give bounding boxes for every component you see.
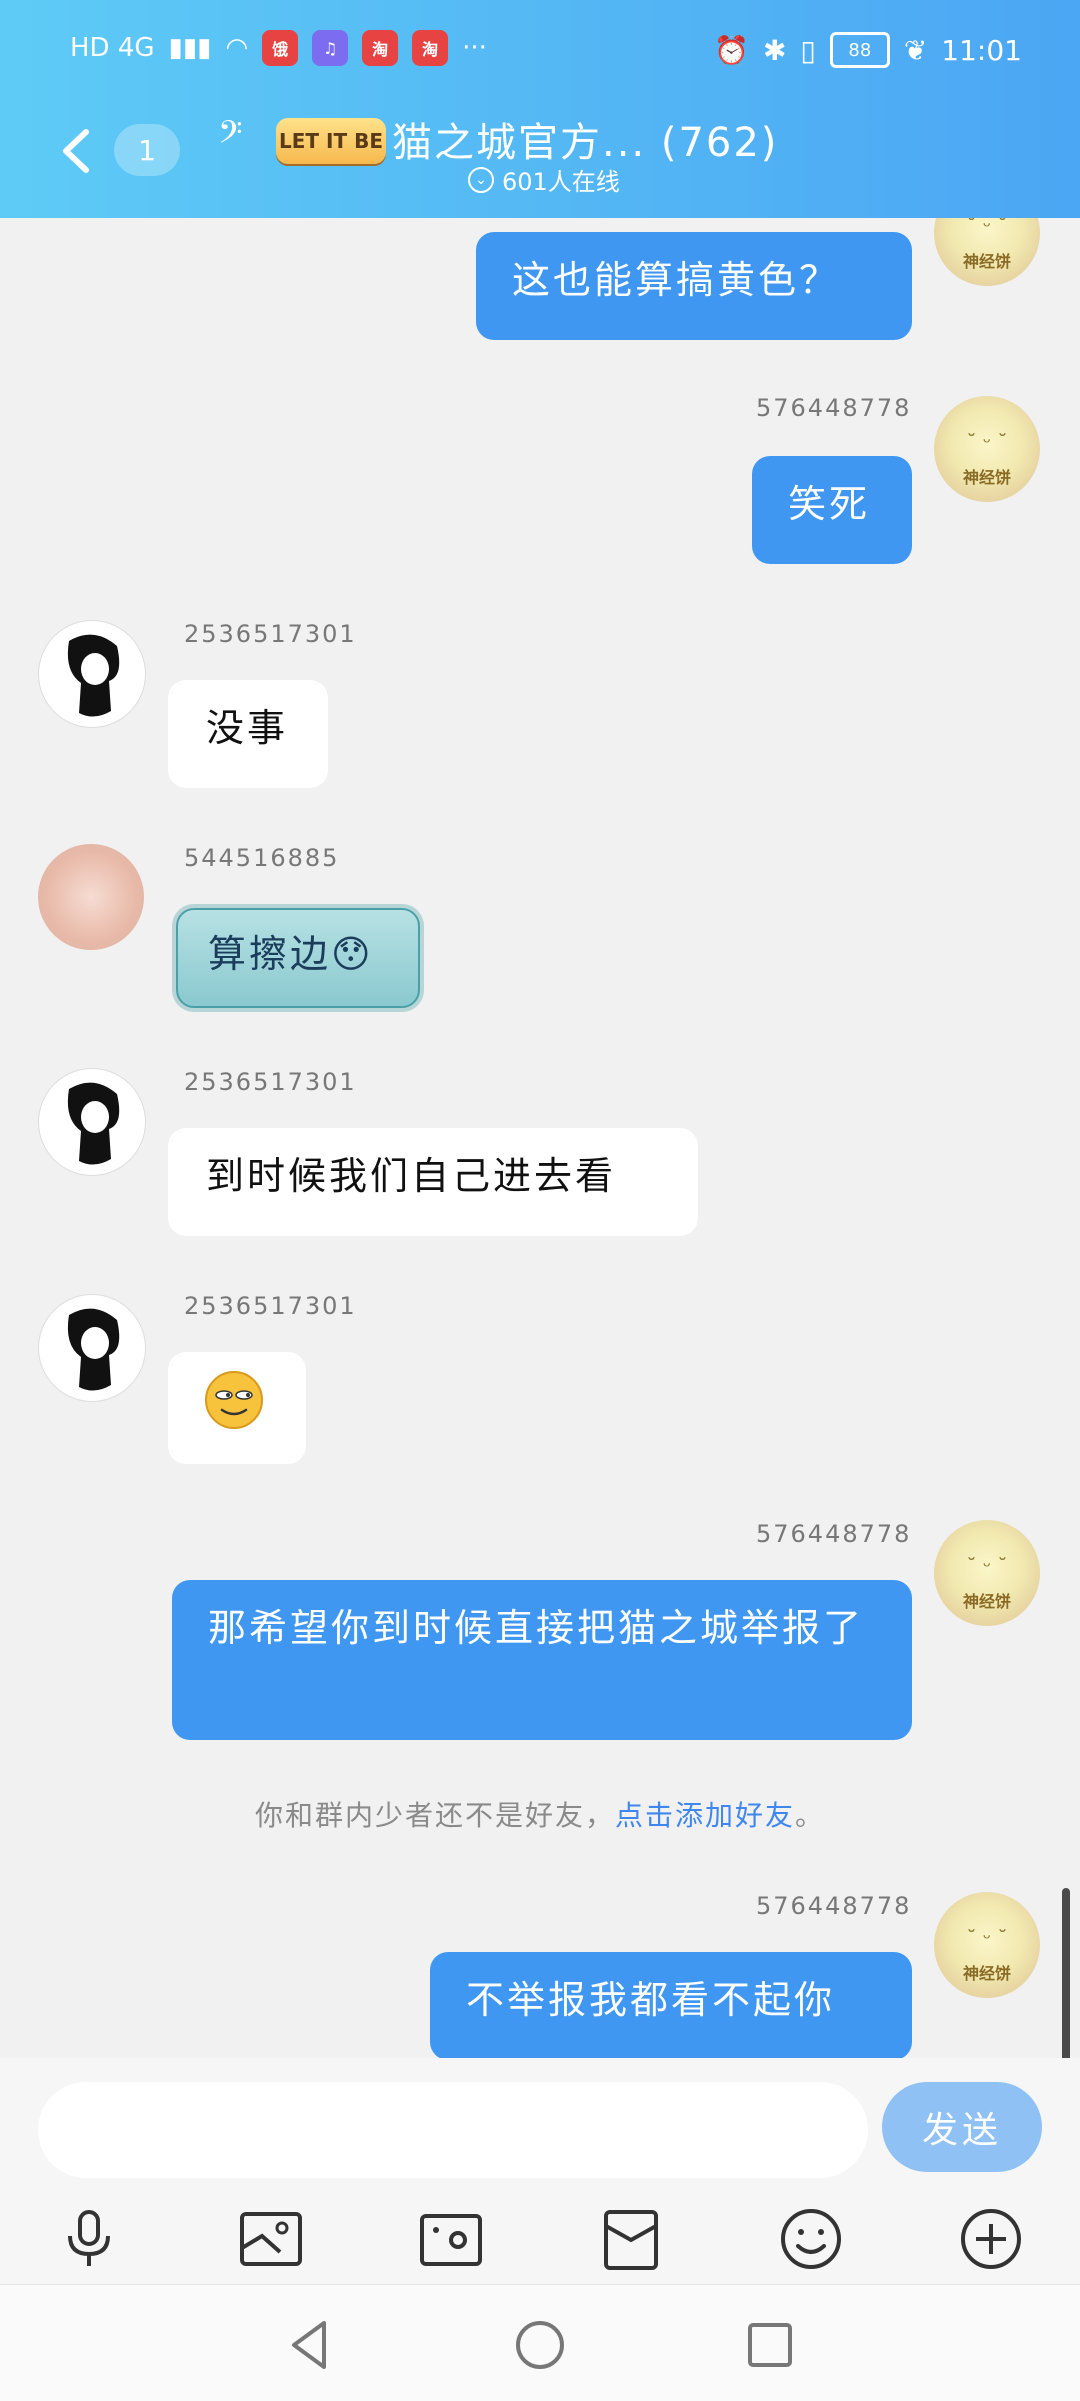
message-bubble[interactable]: 没事	[168, 680, 328, 788]
system-navigation-bar	[0, 2284, 1080, 2401]
avatar-illustration	[67, 1082, 120, 1165]
sender-id: 576448778	[756, 1892, 912, 1920]
back-triangle-icon[interactable]	[280, 2315, 340, 2375]
camera-icon[interactable]	[416, 2204, 486, 2274]
clock-time: 11:01	[941, 33, 1022, 67]
message-bubble-emoji[interactable]	[168, 1352, 306, 1464]
sender-id: 576448778	[756, 1520, 912, 1548]
message-bubble[interactable]: 到时候我们自己进去看	[168, 1128, 698, 1236]
earpiece-mode-icon[interactable]: 𝄢	[218, 114, 242, 159]
group-title[interactable]: 猫之城官方... (762)	[392, 110, 778, 168]
toolbar	[0, 2204, 1080, 2284]
chat-header: HD 4G ▮▮▮ ◠ 饿 ♫ 淘 淘 ··· ⏰ ✱ ▯ 88 ❦ 11:01…	[0, 0, 1080, 218]
avatar[interactable]: ˘ ᵕ ˘ 神经饼	[934, 218, 1040, 286]
sender-id: 2536517301	[184, 1292, 357, 1320]
sender-id: 576448778	[756, 394, 912, 422]
avatar-illustration	[67, 634, 120, 717]
microphone-icon[interactable]	[54, 2204, 124, 2274]
smirk-emoji-icon	[205, 1371, 263, 1429]
image-icon[interactable]	[236, 2204, 306, 2274]
group-logo: LET IT BE	[276, 118, 386, 164]
avatar[interactable]: ˘ ᵕ ˘ 神经饼	[934, 1892, 1040, 1998]
leaf-icon: ❦	[903, 33, 928, 67]
app-badge-music: ♫	[312, 30, 349, 66]
system-notice-end: 。	[795, 1799, 826, 1832]
message-input[interactable]	[38, 2082, 868, 2178]
emoji-icon[interactable]	[776, 2204, 846, 2274]
avatar[interactable]	[38, 620, 146, 728]
avatar[interactable]	[38, 1294, 146, 1402]
message-bubble[interactable]: 不举报我都看不起你	[430, 1952, 912, 2058]
system-notice: 你和群内少者还不是好友，点击添加好友。	[0, 1794, 1080, 1834]
online-count[interactable]: ⌄ 601人在线	[468, 162, 620, 197]
more-notifications: ···	[462, 33, 487, 63]
plus-icon[interactable]	[956, 2204, 1026, 2274]
message-bubble[interactable]: 这也能算搞黄色？	[476, 232, 912, 340]
wifi-icon: ◠	[225, 33, 249, 63]
system-notice-text: 你和群内少者还不是好友，	[254, 1799, 615, 1832]
avatar[interactable]: ˘ ᵕ ˘ 神经饼	[934, 396, 1040, 502]
nav-bar: 1 𝄢 LET IT BE 猫之城官方... (762) ⌄ 601人在线	[0, 100, 1080, 210]
unread-count-badge[interactable]: 1	[114, 124, 180, 176]
red-packet-icon[interactable]	[596, 2204, 666, 2274]
sender-id: 2536517301	[184, 620, 357, 648]
network-indicator: HD 4G	[70, 33, 155, 63]
online-count-label: 601人在线	[502, 168, 620, 196]
avatar-illustration	[67, 1308, 120, 1391]
avatar[interactable]: ˘ ᵕ ˘ 神经饼	[934, 1520, 1040, 1626]
app-badge-taobao: 淘	[362, 30, 399, 66]
battery-indicator: 88	[829, 32, 890, 68]
message-bubble-decorated[interactable]: 算擦边😯	[176, 908, 420, 1008]
avatar[interactable]	[38, 844, 144, 950]
emoji-icon: 😯	[331, 932, 374, 976]
sender-id: 2536517301	[184, 1068, 357, 1096]
scrollbar[interactable]	[1062, 1888, 1070, 2058]
vibrate-icon: ▯	[800, 33, 816, 67]
app-badge-eleme: 饿	[262, 30, 299, 66]
message-bubble[interactable]: 笑死	[752, 456, 912, 564]
add-friend-link[interactable]: 点击添加好友	[615, 1799, 795, 1832]
avatar[interactable]	[38, 1068, 146, 1176]
signal-icon: ▮▮▮	[168, 33, 212, 63]
chevron-down-icon: ⌄	[468, 166, 494, 193]
send-button[interactable]: 发送	[882, 2082, 1042, 2172]
sender-id: 544516885	[184, 844, 340, 872]
message-bubble[interactable]: 那希望你到时候直接把猫之城举报了	[172, 1580, 912, 1740]
input-bar: 发送	[0, 2058, 1080, 2284]
back-arrow-icon[interactable]	[56, 126, 96, 176]
alarm-icon: ⏰	[714, 33, 749, 67]
message-list[interactable]: ˘ ᵕ ˘ 神经饼 这也能算搞黄色？ 576448778 ˘ ᵕ ˘ 神经饼 笑…	[0, 218, 1080, 2058]
recents-square-icon[interactable]	[740, 2315, 800, 2375]
app-badge-taobao-2: 淘	[412, 30, 449, 66]
home-circle-icon[interactable]	[510, 2315, 570, 2375]
status-bar: HD 4G ▮▮▮ ◠ 饿 ♫ 淘 淘 ··· ⏰ ✱ ▯ 88 ❦ 11:01	[0, 20, 1080, 86]
bluetooth-icon: ✱	[762, 33, 787, 67]
